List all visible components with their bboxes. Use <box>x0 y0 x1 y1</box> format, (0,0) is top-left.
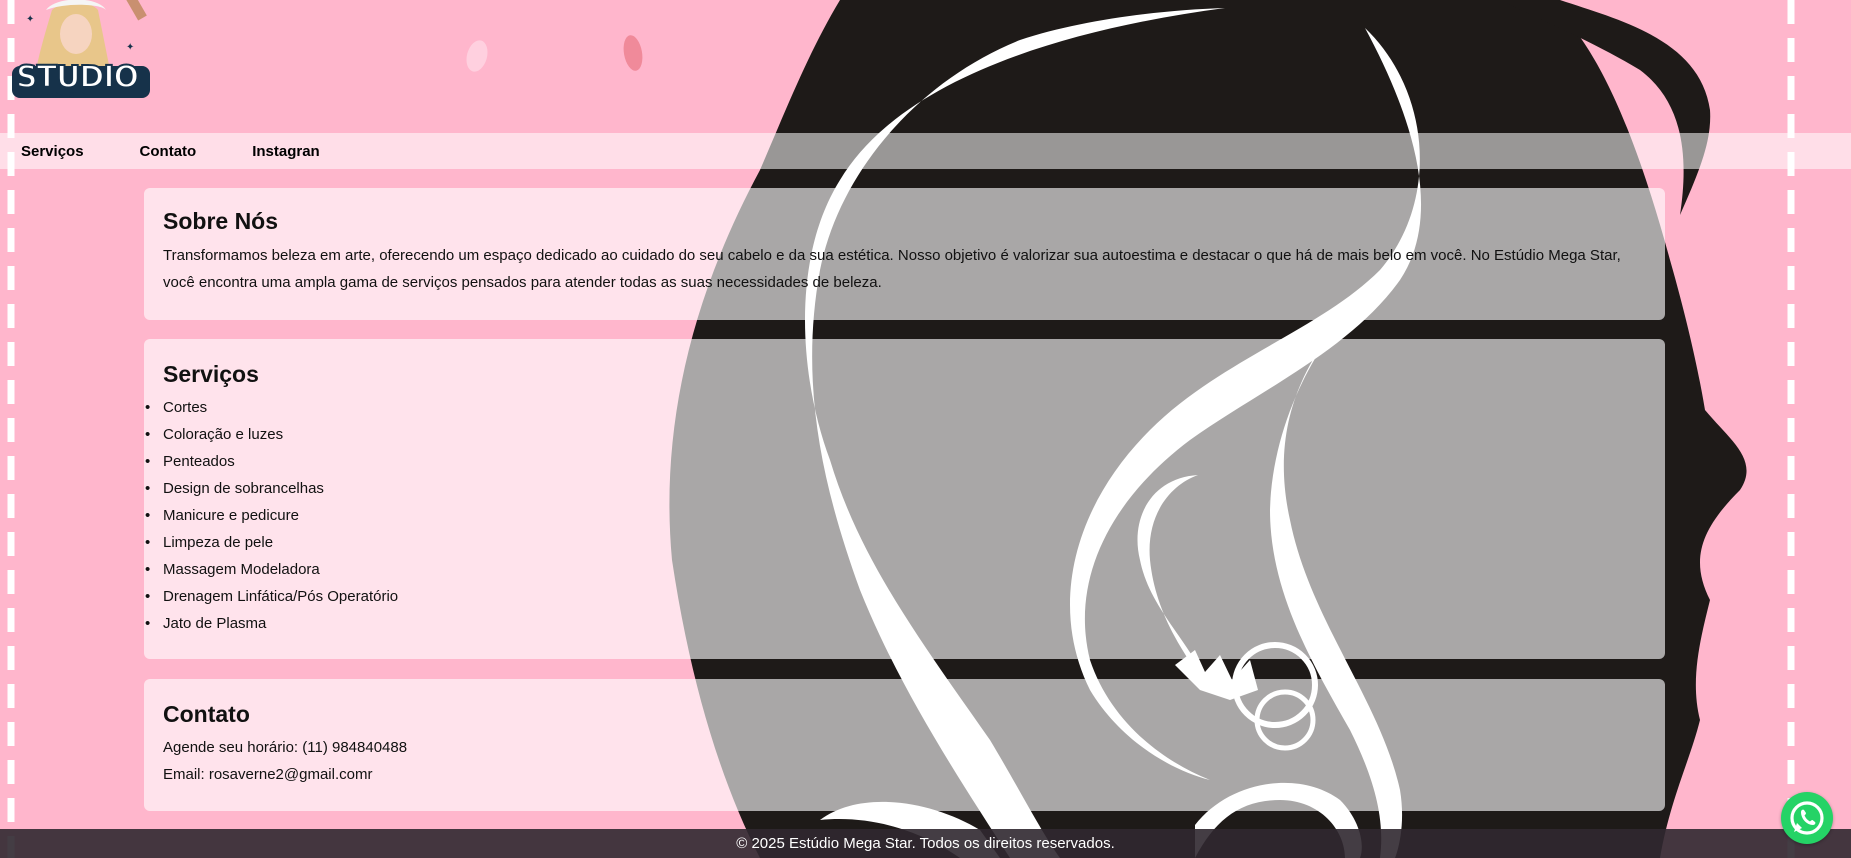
footer: © 2025 Estúdio Mega Star. Todos os direi… <box>0 829 1851 858</box>
service-item: Design de sobrancelhas <box>145 475 1646 502</box>
service-item: Manicure e pedicure <box>145 502 1646 529</box>
service-item: Cortes <box>145 394 1646 421</box>
service-item: Drenagem Linfática/Pós Operatório <box>145 583 1646 610</box>
service-item: Coloração e luzes <box>145 421 1646 448</box>
logo-text: STUDIO <box>15 60 140 95</box>
contact-section: Contato Agende seu horário: (11) 9848404… <box>144 679 1665 811</box>
service-item: Massagem Modeladora <box>145 556 1646 583</box>
contact-email: Email: rosaverne2@gmail.comr <box>163 766 373 783</box>
contact-title: Contato <box>163 701 250 727</box>
contact-phone: Agende seu horário: (11) 984840488 <box>163 739 408 756</box>
service-item: Limpeza de pele <box>145 529 1646 556</box>
nav-servicos[interactable]: Serviços <box>21 143 84 160</box>
service-item: Jato de Plasma <box>145 610 1646 637</box>
footer-copyright: © 2025 Estúdio Mega Star. Todos os direi… <box>736 835 1115 852</box>
service-item: Penteados <box>145 448 1646 475</box>
nav-contato[interactable]: Contato <box>140 143 197 160</box>
whatsapp-button[interactable] <box>1781 792 1833 844</box>
services-title: Serviços <box>163 361 259 387</box>
svg-text:✦: ✦ <box>126 42 134 53</box>
svg-text:✦: ✦ <box>26 14 34 25</box>
whatsapp-icon <box>1790 801 1824 835</box>
services-section: Serviços Cortes Coloração e luzes Pentea… <box>144 339 1665 659</box>
logo-subtitle: MEGA STAR <box>38 91 95 100</box>
services-list: Cortes Coloração e luzes Penteados Desig… <box>145 394 1646 637</box>
about-title: Sobre Nós <box>163 208 279 234</box>
studio-logo[interactable]: ✦ ✦ STUDIO MEGA STAR <box>6 0 152 104</box>
about-text: Transformamos beleza em arte, oferecendo… <box>163 247 1621 291</box>
nav-instagram[interactable]: Instagran <box>252 143 320 160</box>
about-section: Sobre Nós Transformamos beleza em arte, … <box>144 188 1665 320</box>
main-nav: Serviços Contato Instagran <box>0 133 1851 169</box>
